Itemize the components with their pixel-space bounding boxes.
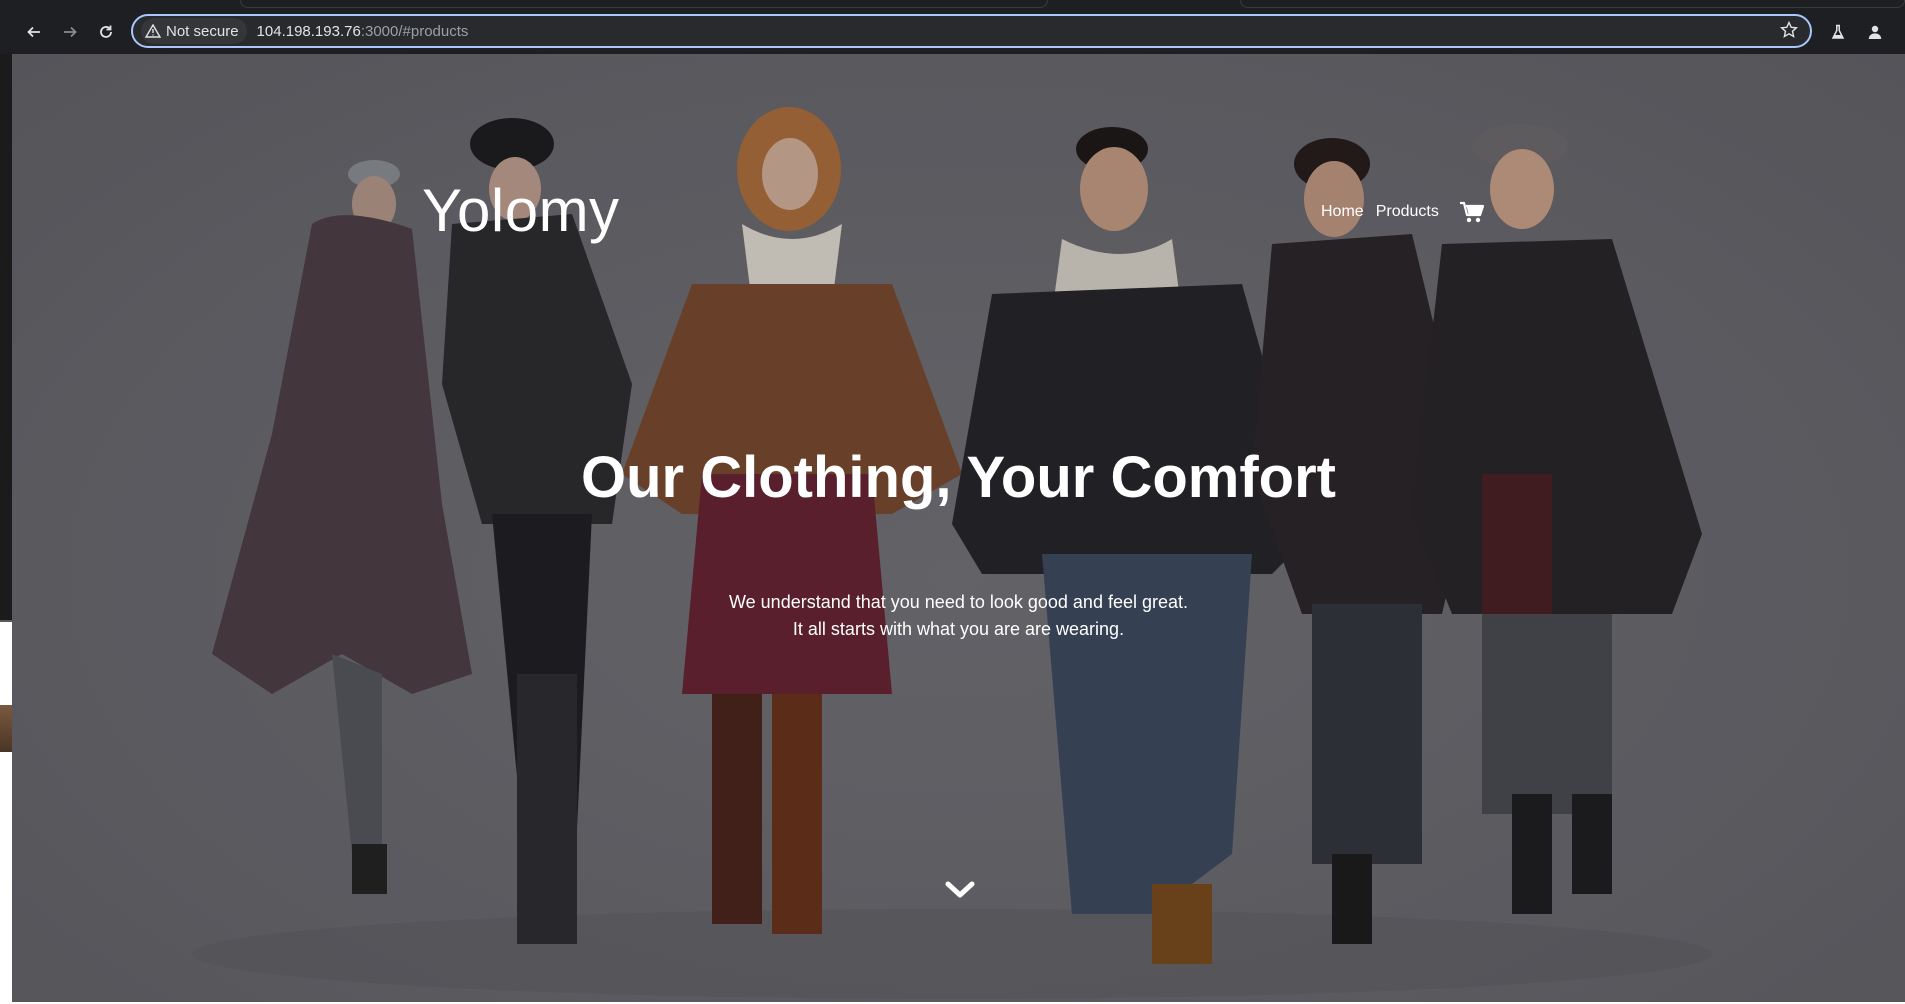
star-icon [1779, 20, 1799, 38]
hero-subtitle-line-2: It all starts with what you are are wear… [792, 619, 1125, 639]
window-edge-thumbnail [0, 705, 12, 752]
url-host: 104.198.193.76 [256, 22, 361, 40]
hero-title: Our Clothing, Your Comfort [581, 445, 1336, 510]
hero-section: Yolomy Home Products Our Clothing, Your … [12, 54, 1905, 1004]
site-nav: Home Products [1321, 200, 1485, 224]
profile-icon [1868, 25, 1882, 39]
window-edge-dark [0, 54, 12, 620]
nav-home-link[interactable]: Home [1321, 203, 1364, 221]
browser-toolbar: Not secure 104.198.193.76:3000/#products [0, 8, 1905, 54]
window-edge [0, 54, 12, 1004]
tab-strip [0, 0, 1905, 8]
site-logo[interactable]: Yolomy [422, 176, 620, 245]
window-edge-band [0, 620, 12, 622]
security-label: Not secure [166, 22, 239, 40]
bookmark-button[interactable] [1779, 20, 1799, 44]
profile-button[interactable] [1862, 19, 1888, 45]
url-text[interactable]: 104.198.193.76:3000/#products [257, 23, 469, 40]
reload-icon [100, 25, 112, 38]
labs-flask-icon [1831, 24, 1845, 39]
url-path: :3000/#products [360, 22, 469, 40]
security-indicator[interactable]: Not secure [141, 18, 247, 44]
forward-button[interactable] [57, 19, 83, 45]
back-icon [27, 26, 40, 38]
forward-icon [64, 26, 77, 38]
tab[interactable] [1240, 0, 1905, 8]
reload-button[interactable] [93, 19, 119, 45]
chevron-down-icon[interactable] [945, 880, 975, 900]
address-bar[interactable]: Not secure 104.198.193.76:3000/#products [131, 14, 1812, 48]
back-button[interactable] [21, 19, 47, 45]
nav-products-link[interactable]: Products [1376, 203, 1439, 221]
cart-icon[interactable] [1459, 200, 1485, 224]
tab[interactable] [240, 0, 1048, 8]
labs-button[interactable] [1825, 19, 1851, 45]
hero-subtitle: We understand that you need to look good… [12, 589, 1905, 643]
warning-icon [145, 24, 161, 38]
hero-subtitle-line-1: We understand that you need to look good… [729, 592, 1188, 612]
hero-overlay [12, 54, 1905, 1004]
